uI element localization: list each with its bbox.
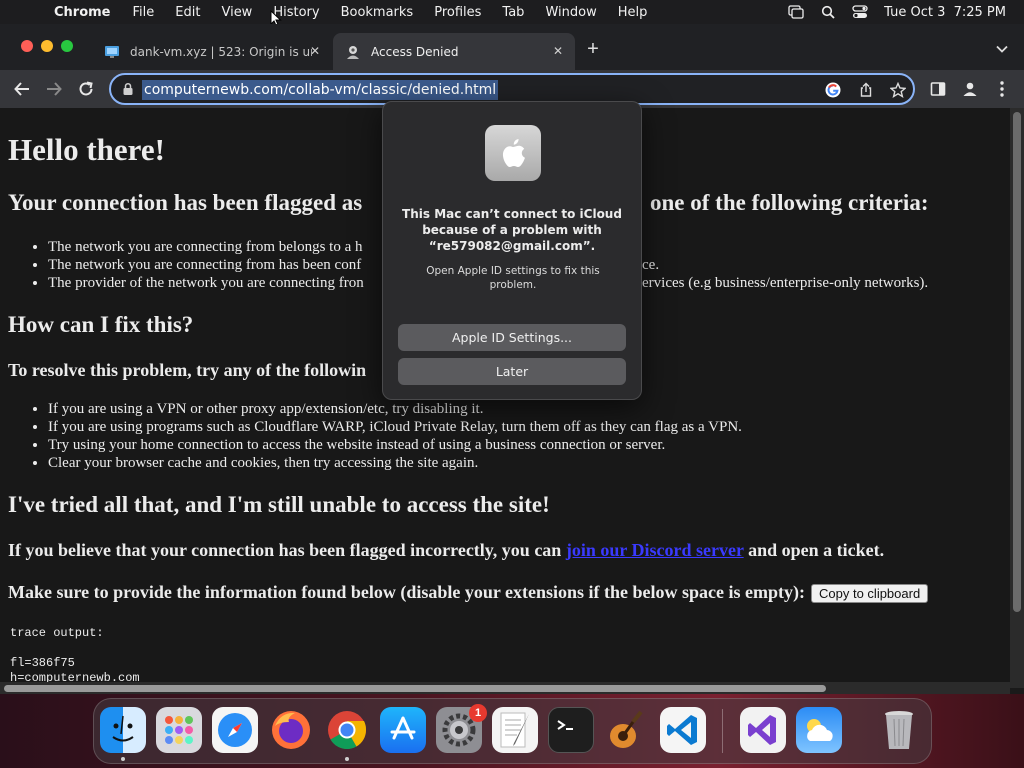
back-button[interactable] <box>10 77 34 101</box>
list-item-end: ervices (e.g business/enterprise-only ne… <box>642 275 929 291</box>
side-panel-icon[interactable] <box>926 77 950 101</box>
running-indicator <box>121 757 125 761</box>
discord-link[interactable]: join our Discord server <box>566 540 744 560</box>
collabvm-favicon-icon <box>345 44 361 60</box>
vertical-scroll-thumb[interactable] <box>1013 112 1021 612</box>
tab-strip: dank-vm.xyz | 523: Origin is unrea ✕ Acc… <box>0 24 1024 70</box>
menu-bar-status: Tue Oct 3 7:25 PM <box>788 0 1006 24</box>
menu-app-name[interactable]: Chrome <box>54 5 111 20</box>
textedit-icon[interactable] <box>492 707 538 753</box>
share-icon[interactable] <box>857 81 875 99</box>
provide-info-text: Make sure to provide the information fou… <box>8 582 806 602</box>
tab-search-chevron-icon[interactable] <box>995 42 1009 56</box>
chrome-menu-icon[interactable] <box>990 77 1014 101</box>
menu-view[interactable]: View <box>221 5 252 20</box>
safari-icon[interactable] <box>212 707 258 753</box>
apple-id-settings-button[interactable]: Apple ID Settings... <box>398 324 626 351</box>
menu-tab[interactable]: Tab <box>502 5 524 20</box>
apple-logo-icon <box>485 125 541 181</box>
app-store-icon[interactable] <box>380 707 426 753</box>
fix-heading: How can I fix this? <box>8 312 194 337</box>
tried-heading: I've tried all that, and I'm still unabl… <box>8 492 550 517</box>
trace-output: trace output: fl=386f75 h=computernewb.com <box>10 626 140 682</box>
trash-icon[interactable] <box>876 707 922 753</box>
tab-close-icon[interactable]: ✕ <box>308 44 322 58</box>
dialog-title: This Mac can’t connect to iCloud because… <box>402 207 622 253</box>
notification-badge: 1 <box>469 704 487 722</box>
provide-info-paragraph: Make sure to provide the information fou… <box>8 582 929 604</box>
chrome-icon[interactable] <box>324 707 370 753</box>
dock: 1 <box>93 698 932 764</box>
criteria-list: The network you are connecting from belo… <box>48 238 364 292</box>
incorrect-text-end: and open a ticket. <box>743 540 885 560</box>
profile-avatar-icon[interactable] <box>958 77 982 101</box>
tab-title: Access Denied <box>371 44 459 59</box>
new-tab-button[interactable]: + <box>583 39 603 59</box>
trace-line: fl=386f75 <box>10 656 75 670</box>
trace-spacer <box>10 641 140 656</box>
tab-close-icon[interactable]: ✕ <box>551 44 565 58</box>
forward-button[interactable] <box>42 77 66 101</box>
finder-icon[interactable] <box>100 707 146 753</box>
window-zoom-button[interactable] <box>61 40 73 52</box>
flagged-heading: Your connection has been flagged as <box>8 190 363 215</box>
menu-window[interactable]: Window <box>545 5 596 20</box>
url-text[interactable]: computernewb.com/collab-vm/classic/denie… <box>142 80 499 100</box>
screen-mirroring-icon[interactable] <box>788 5 804 19</box>
resolve-heading: To resolve this problem, try any of the … <box>8 360 367 380</box>
page-heading: Hello there! <box>8 132 165 167</box>
menu-profiles[interactable]: Profiles <box>434 5 481 20</box>
menu-file[interactable]: File <box>133 5 155 20</box>
list-item: The network you are connecting from has … <box>48 256 364 274</box>
window-close-button[interactable] <box>21 40 33 52</box>
later-button[interactable]: Later <box>398 358 626 385</box>
bookmark-star-icon[interactable] <box>889 81 907 99</box>
list-item: Clear your browser cache and cookies, th… <box>48 454 742 472</box>
horizontal-scroll-thumb[interactable] <box>4 685 826 692</box>
tab-access-denied[interactable]: Access Denied ✕ <box>333 33 575 70</box>
menu-edit[interactable]: Edit <box>175 5 200 20</box>
dock-separator <box>722 709 723 753</box>
trace-label: trace output: <box>10 626 104 640</box>
dialog-message: Open Apple ID settings to fix this probl… <box>426 265 600 291</box>
list-item: Try using your home connection to access… <box>48 436 742 454</box>
firefox-icon[interactable] <box>268 707 314 753</box>
menu-bookmarks[interactable]: Bookmarks <box>341 5 414 20</box>
menu-bar-clock[interactable]: Tue Oct 3 7:25 PM <box>884 5 1006 20</box>
list-item: If you are using a VPN or other proxy ap… <box>48 400 742 418</box>
fixes-list: If you are using a VPN or other proxy ap… <box>48 400 742 472</box>
monitor-favicon-icon <box>104 44 120 60</box>
terminal-icon[interactable] <box>548 707 594 753</box>
google-lens-icon[interactable] <box>824 81 842 99</box>
horizontal-scrollbar[interactable] <box>0 682 1010 694</box>
copy-to-clipboard-button[interactable]: Copy to clipboard <box>811 584 929 604</box>
menu-bar: Chrome File Edit View History Bookmarks … <box>0 0 1024 24</box>
reload-button[interactable] <box>74 77 98 101</box>
vscode-icon[interactable] <box>660 707 706 753</box>
icloud-alert-dialog: This Mac can’t connect to iCloud because… <box>382 101 642 400</box>
control-center-icon[interactable] <box>852 5 868 19</box>
list-item: The network you are connecting from belo… <box>48 238 364 256</box>
lock-icon[interactable] <box>121 82 135 96</box>
trace-line: h=computernewb.com <box>10 671 140 682</box>
window-minimize-button[interactable] <box>41 40 53 52</box>
running-indicator <box>345 757 349 761</box>
garageband-icon[interactable] <box>604 707 650 753</box>
incorrect-flag-paragraph: If you believe that your connection has … <box>8 540 884 561</box>
weather-icon[interactable] <box>796 707 842 753</box>
incorrect-text: If you believe that your connection has … <box>8 540 566 560</box>
visual-studio-icon[interactable] <box>740 707 786 753</box>
criteria-text-right: ce. ervices (e.g business/enterprise-onl… <box>642 256 928 292</box>
flagged-heading-end: one of the following criteria: <box>650 190 929 215</box>
list-item: The provider of the network you are conn… <box>48 274 364 292</box>
tab-title: dank-vm.xyz | 523: Origin is unrea <box>130 44 312 59</box>
list-item-end: ce. <box>642 257 660 273</box>
launchpad-icon[interactable] <box>156 707 202 753</box>
system-settings-icon[interactable]: 1 <box>436 704 487 753</box>
menu-help[interactable]: Help <box>618 5 648 20</box>
tab-dank-vm[interactable]: dank-vm.xyz | 523: Origin is unrea ✕ <box>92 33 332 70</box>
spotlight-search-icon[interactable] <box>820 5 836 19</box>
list-item: If you are using programs such as Cloudf… <box>48 418 742 436</box>
vertical-scrollbar[interactable] <box>1010 108 1024 688</box>
